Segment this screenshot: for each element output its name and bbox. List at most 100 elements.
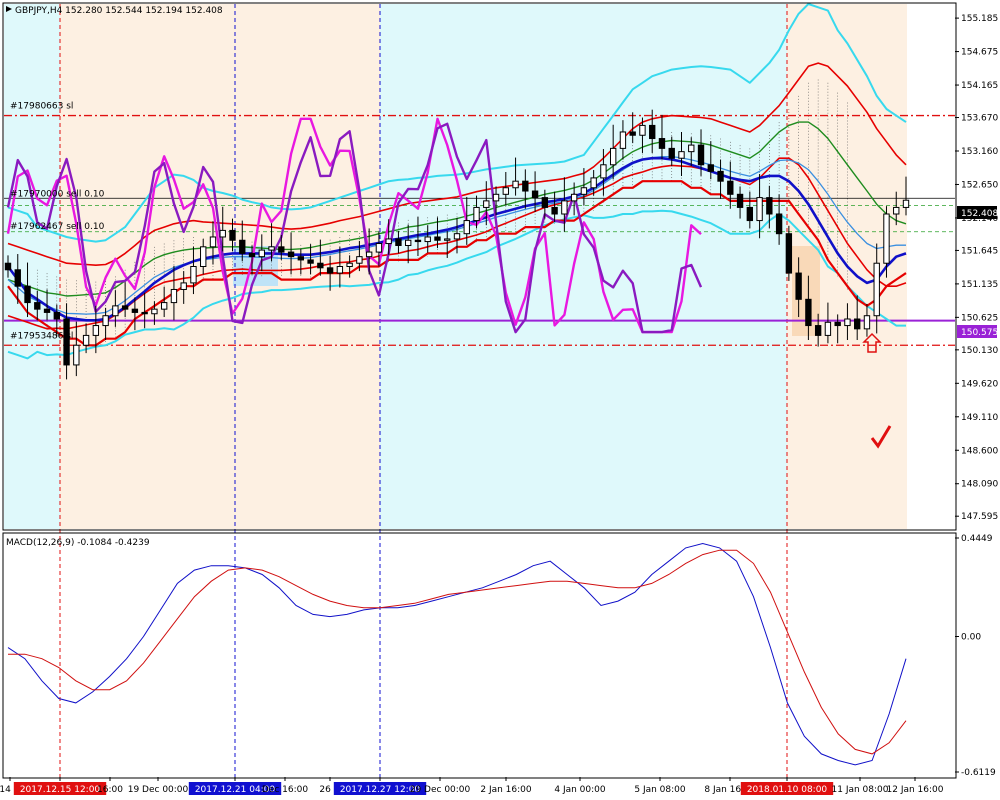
time-tick-label: 4 Jan 00:00 [554, 785, 606, 795]
candle-body [854, 318, 861, 330]
candle-body [609, 147, 617, 166]
price-tick-label: 150.130 [961, 346, 998, 356]
price-tick-label: 152.650 [961, 180, 998, 190]
candle-body [73, 344, 80, 366]
candle-body [814, 325, 822, 336]
price-tick-label: 148.090 [961, 480, 998, 490]
chart-canvas[interactable]: 155.185 154.675 154.165 153.670 153.160 152.6… [0, 0, 1000, 800]
candle-body [824, 321, 832, 336]
session-zones [4, 4, 907, 529]
candle-body [258, 249, 265, 258]
candle-body [619, 131, 627, 149]
candle-body [356, 256, 363, 264]
candle-body [502, 187, 509, 195]
candle-body [4, 262, 12, 271]
price-tick-label: 153.670 [961, 114, 998, 124]
candle-body [658, 138, 666, 149]
candle-body [590, 177, 597, 189]
candle-body [151, 308, 158, 315]
time-tick-label: 29 Dec 00:00 [410, 785, 471, 795]
candle-body [785, 233, 793, 274]
purple-level-tag: 150.575 [957, 325, 998, 338]
macd-tick-label: 0.00 [961, 633, 981, 643]
time-tick-label: 5 Jan 08:00 [634, 785, 686, 795]
price-tick-label: 151.645 [961, 246, 998, 256]
candle-body [561, 200, 568, 215]
candle-body [580, 187, 588, 195]
macd-axis: 0.4449 0.00 -0.6119 [955, 534, 996, 778]
candle-body [473, 206, 480, 222]
candle-body [492, 193, 500, 202]
candle-body [766, 197, 773, 215]
candle-body [307, 259, 314, 264]
candle-body [375, 243, 383, 253]
candle-body [863, 315, 871, 330]
candle-body [170, 288, 178, 304]
candle-body [414, 239, 422, 243]
zone-1 [60, 4, 380, 529]
candle-body [775, 213, 783, 235]
candle-body [629, 131, 636, 136]
candle-body [600, 164, 607, 179]
candle-body [756, 197, 763, 222]
candle-body [444, 238, 451, 241]
candle-body [297, 256, 305, 261]
time-tick-label: 2017.12.15 12:00 [20, 785, 101, 795]
candle-body [190, 266, 197, 284]
candle-body [483, 200, 490, 208]
candle-body [278, 246, 285, 253]
candle-body [688, 144, 695, 153]
candle-body [512, 180, 519, 189]
candle-body [883, 213, 890, 264]
candle-body [668, 147, 675, 159]
candle-body [63, 318, 70, 366]
candle-body [434, 236, 441, 241]
candle-body [14, 269, 21, 287]
candle-body [844, 318, 851, 327]
candle-body [873, 262, 880, 317]
candle-body [141, 311, 148, 315]
candle-body [805, 298, 812, 327]
price-tick-label: 154.675 [961, 48, 998, 58]
candle-body [112, 305, 119, 317]
price-tick-label: 153.160 [961, 147, 998, 157]
candle-body [180, 282, 187, 290]
candle-body [92, 325, 100, 336]
candle-body [317, 262, 324, 269]
candle-body [424, 236, 431, 243]
zone-0 [4, 4, 60, 529]
order-label: #17953486 sl [10, 332, 73, 342]
purple-level-label: 150.575 [961, 328, 998, 338]
price-tick-label: 147.595 [961, 512, 998, 522]
candle-body [453, 233, 461, 240]
price-tick-label: 149.110 [961, 413, 998, 423]
candle-body [43, 308, 51, 313]
candle[interactable] [785, 225, 793, 281]
candle-body [463, 220, 470, 235]
candle-body [287, 251, 295, 258]
candle-body [736, 193, 744, 208]
candle-body [229, 229, 236, 241]
candle-body [795, 272, 802, 300]
order-label: #17980663 sl [10, 101, 73, 111]
price-tick-label: 150.625 [961, 313, 998, 323]
macd-series-signal [8, 549, 907, 755]
candle-body [268, 246, 275, 251]
candle-body [541, 197, 549, 208]
candle-body [893, 206, 900, 215]
price-tick-label: 148.600 [961, 446, 998, 456]
time-tick-label: Dec 16:00 [262, 785, 308, 795]
candle-body [102, 315, 109, 327]
candle-body [219, 229, 226, 238]
price-axis: 155.185 154.675 154.165 153.670 153.160 152.6… [955, 14, 998, 522]
current-price-tag: 152.408 [957, 206, 998, 219]
candle-body [248, 252, 256, 258]
candle-body [551, 206, 558, 215]
time-tick-label: 19 Dec 00:00 [128, 785, 189, 795]
candle-body [395, 238, 402, 246]
candle-body [697, 144, 705, 166]
candle-body [326, 267, 334, 274]
candle-body [717, 170, 724, 182]
candle-body [902, 199, 910, 208]
candle-body [522, 180, 529, 192]
